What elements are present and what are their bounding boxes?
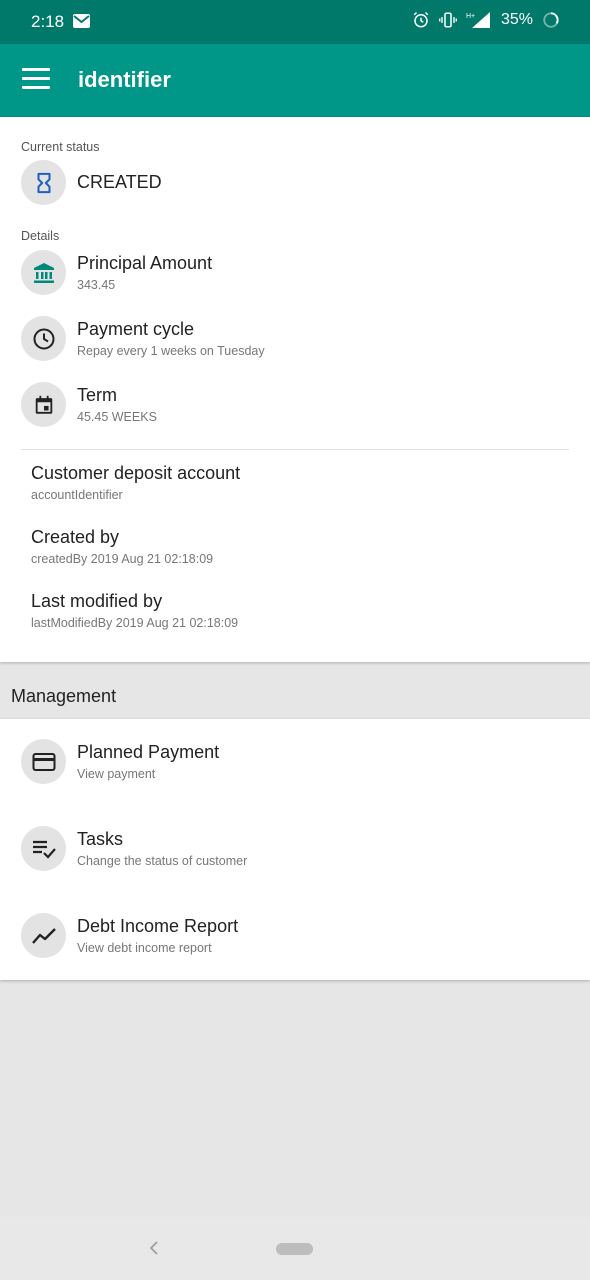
created-by-value: createdBy 2019 Aug 21 02:18:09 [31, 552, 214, 566]
deposit-account-title: Customer deposit account [31, 463, 241, 483]
current-status-label: Current status [21, 140, 100, 154]
principal-amount-title: Principal Amount [77, 253, 213, 273]
payment-cycle-title: Payment cycle [77, 319, 195, 339]
payment-cycle-value: Repay every 1 weeks on Tuesday [77, 344, 265, 358]
bank-icon [21, 250, 66, 295]
created-by-title: Created by [31, 527, 120, 547]
home-pill-icon[interactable] [276, 1243, 313, 1255]
divider [21, 449, 569, 450]
term-value: 45.45 WEEKS [77, 410, 157, 424]
debt-income-report-title: Debt Income Report [77, 916, 239, 936]
menu-icon[interactable] [22, 68, 50, 92]
debt-income-report-subtitle: View debt income report [77, 941, 212, 955]
battery-ring-icon [543, 12, 559, 28]
status-icons: H+ 35% [412, 11, 560, 29]
deposit-account-value: accountIdentifier [31, 488, 123, 502]
principal-amount-value: 343.45 [77, 278, 116, 292]
vibrate-icon [439, 12, 457, 28]
signal-icon: H+ [466, 12, 490, 28]
details-card: Current status CREATED Details Principal… [0, 117, 590, 662]
term-title: Term [77, 385, 117, 405]
credit-card-icon [21, 739, 66, 784]
tasks-item[interactable]: Tasks Change the status of customer [0, 826, 590, 874]
gmail-icon [73, 14, 90, 28]
planned-payment-subtitle: View payment [77, 767, 156, 781]
navigation-bar [0, 1217, 590, 1280]
planned-payment-item[interactable]: Planned Payment View payment [0, 739, 590, 787]
last-modified-title: Last modified by [31, 591, 163, 611]
info-row-last-modified: Last modified by lastModifiedBy 2019 Aug… [0, 590, 590, 634]
info-row-deposit-account: Customer deposit account accountIdentifi… [0, 462, 590, 506]
detail-row-principal: Principal Amount 343.45 [0, 250, 590, 298]
trending-icon [21, 913, 66, 958]
calendar-icon [21, 382, 66, 427]
app-bar: identifier [0, 44, 590, 117]
battery-percent: 35% [500, 11, 533, 28]
page-title: identifier [78, 67, 171, 92]
current-status-row: CREATED [0, 160, 590, 208]
status-time: 2:18 [31, 12, 65, 31]
details-label: Details [21, 229, 60, 243]
management-header: Management [11, 686, 117, 706]
debt-income-report-item[interactable]: Debt Income Report View debt income repo… [0, 913, 590, 961]
hourglass-icon [21, 160, 66, 205]
info-row-created-by: Created by createdBy 2019 Aug 21 02:18:0… [0, 526, 590, 570]
last-modified-value: lastModifiedBy 2019 Aug 21 02:18:09 [31, 616, 239, 630]
tasks-title: Tasks [77, 829, 124, 849]
tasks-subtitle: Change the status of customer [77, 854, 248, 868]
detail-row-payment-cycle: Payment cycle Repay every 1 weeks on Tue… [0, 316, 590, 364]
playlist-check-icon [21, 826, 66, 871]
detail-row-term: Term 45.45 WEEKS [0, 382, 590, 430]
back-chevron-icon[interactable] [146, 1239, 164, 1257]
planned-payment-title: Planned Payment [77, 742, 220, 762]
alarm-icon [413, 11, 429, 28]
status-bar: 2:18 H+ 35% [0, 0, 590, 44]
clock-icon [21, 316, 66, 361]
management-card: Planned Payment View payment Tasks Chang… [0, 719, 590, 980]
current-status-value: CREATED [77, 172, 162, 192]
svg-text:H+: H+ [466, 13, 475, 20]
